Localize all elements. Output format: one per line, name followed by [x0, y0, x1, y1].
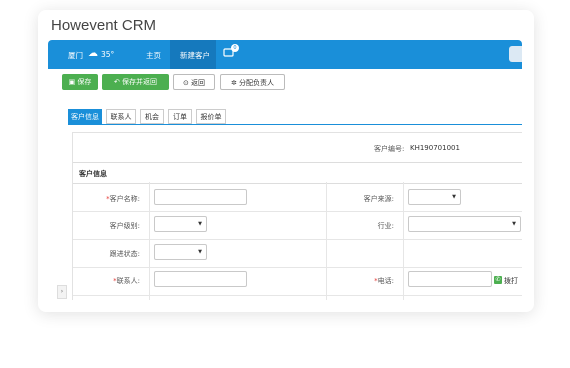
- tab-customer-info[interactable]: 客户信息: [68, 109, 102, 124]
- source-label: 客户来源:: [363, 195, 394, 203]
- avatar[interactable]: [509, 46, 522, 62]
- back-icon: ⊙: [182, 79, 192, 87]
- phone-input[interactable]: [408, 271, 492, 287]
- city-label: 厦门: [68, 51, 83, 60]
- scroll-toggle-icon[interactable]: ›: [57, 285, 67, 299]
- chevron-down-icon: ▼: [512, 221, 516, 227]
- contact-label: *联系人:: [113, 277, 140, 285]
- tab-orders[interactable]: 订单: [168, 109, 192, 124]
- column-divider: [403, 182, 404, 300]
- form-row: [73, 239, 522, 268]
- chevron-down-icon: ▼: [198, 249, 202, 255]
- crm-window: 厦门 ☁ 35° 主页 新建客户 0 ▣ 保存 ↶ 保存并返回 ⊙ 返回 ✲ 分…: [48, 40, 522, 300]
- top-nav: 厦门 ☁ 35° 主页 新建客户 0: [48, 40, 522, 69]
- tab-contacts[interactable]: 联系人: [106, 109, 136, 124]
- nav-home[interactable]: 主页: [146, 50, 161, 61]
- followup-label: 跟进状态:: [109, 250, 140, 258]
- phone-label: *电话:: [374, 277, 394, 285]
- industry-label: 行业:: [377, 222, 394, 230]
- followup-status-select[interactable]: ▼: [154, 244, 207, 260]
- customer-no-value: KH190701001: [410, 144, 460, 152]
- tab-opportunities[interactable]: 机会: [140, 109, 164, 124]
- assign-owner-button[interactable]: ✲ 分配负责人: [220, 74, 285, 90]
- chevron-down-icon: ▼: [452, 194, 456, 200]
- industry-select[interactable]: ▼: [408, 216, 521, 232]
- chevron-down-icon: ▼: [198, 221, 202, 227]
- name-label: *客户名称:: [106, 195, 140, 203]
- column-divider: [149, 182, 150, 300]
- save-return-button[interactable]: ↶ 保存并返回: [102, 74, 169, 90]
- customer-level-select[interactable]: ▼: [154, 216, 207, 232]
- section-title: 客户信息: [79, 170, 107, 178]
- dial-button[interactable]: 拨打: [504, 276, 518, 286]
- nav-new-customer-label: 新建客户: [180, 51, 210, 60]
- gear-icon: ✲: [230, 79, 240, 87]
- customer-source-select[interactable]: ▼: [408, 189, 461, 205]
- temperature: 35°: [101, 50, 115, 59]
- level-label: 客户级别:: [109, 222, 140, 230]
- tab-quotes[interactable]: 报价单: [196, 109, 226, 124]
- cloud-icon: ☁: [88, 48, 98, 59]
- customer-name-input[interactable]: [154, 189, 247, 205]
- message-badge: 0: [231, 44, 239, 52]
- customer-no-label: 客户编号:: [374, 145, 405, 153]
- section-header: 客户信息: [73, 162, 522, 184]
- back-arrow-icon: ↶: [113, 78, 123, 86]
- phone-icon[interactable]: ✆: [494, 276, 502, 284]
- save-button[interactable]: ▣ 保存: [62, 74, 98, 90]
- app-title: Howevent CRM: [51, 17, 157, 34]
- back-button[interactable]: ⊙ 返回: [173, 74, 215, 90]
- contact-input[interactable]: [154, 271, 247, 287]
- tab-underline: [68, 124, 522, 125]
- nav-new-customer[interactable]: 新建客户: [170, 40, 216, 69]
- column-divider: [326, 182, 327, 300]
